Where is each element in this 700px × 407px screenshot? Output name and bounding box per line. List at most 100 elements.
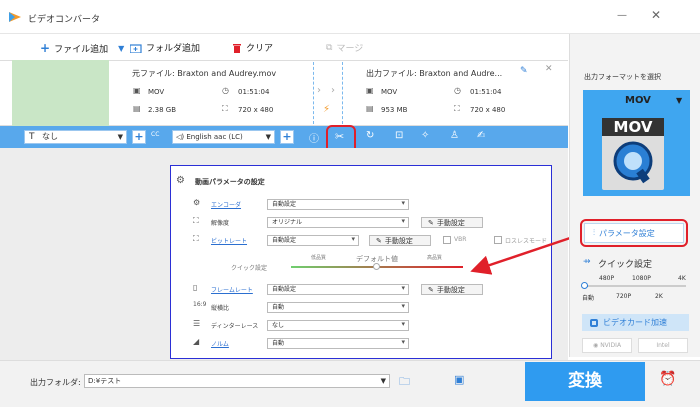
video-thumbnail[interactable] — [12, 60, 109, 126]
resolution-icon: ⛶ — [193, 216, 199, 225]
source-duration: 01:51:04 — [238, 88, 270, 96]
convert-button[interactable]: 変換 — [525, 362, 645, 401]
close-item-icon[interactable]: ✕ — [545, 64, 553, 74]
source-file-label: 元ファイル: Braxton and Audrey.mov — [132, 69, 277, 78]
add-folder-button[interactable]: フォルダ追加 — [130, 41, 200, 54]
signature-icon[interactable]: ✍ — [477, 130, 485, 141]
filesize-icon: ▤ — [366, 104, 374, 113]
deinterlace-select[interactable]: なし — [267, 320, 409, 331]
output-folder-input[interactable]: D:¥テスト ▼ — [84, 374, 390, 388]
filesize-icon: ▤ — [133, 104, 141, 113]
quick-settings-slider[interactable] — [582, 285, 686, 287]
format-icon: ▣ — [366, 86, 374, 95]
text-icon: T — [29, 132, 35, 142]
volume-select[interactable]: 自動 — [267, 338, 409, 349]
open-folder-icon[interactable]: ▣ — [454, 373, 464, 386]
info-icon[interactable]: ⓘ — [309, 130, 319, 145]
cc-icon[interactable]: CC — [151, 131, 159, 138]
vbr-checkbox[interactable] — [443, 236, 451, 244]
trash-icon — [232, 42, 242, 53]
clock-icon: ◷ — [454, 86, 461, 95]
volume-icon: ◢ — [193, 337, 200, 346]
lightning-icon: ⚡ — [323, 104, 331, 115]
crop-icon[interactable]: ⊡ — [395, 130, 403, 141]
chevron-down-icon: ▼ — [265, 133, 271, 141]
right-panel: 出力フォーマットを選択 MOV ▼ MOV ⫶ パラメータ設定 ⇸ クイック設定… — [569, 34, 700, 357]
source-size: 2.38 GB — [148, 106, 177, 114]
bitrate-label: ビットレート — [211, 238, 248, 245]
divider — [342, 62, 343, 124]
clear-label: クリア — [246, 44, 274, 54]
framerate-manual-button[interactable]: ✎ 手動設定 — [421, 284, 483, 295]
app-title: ビデオコンバータ — [28, 15, 101, 25]
source-format: MOV — [148, 88, 165, 96]
gpu-acceleration-label: ビデオカード加速 — [603, 318, 667, 327]
manual-label: 手動設定 — [384, 236, 413, 245]
clear-button[interactable]: クリア — [232, 41, 273, 54]
resolution-select[interactable]: オリジナル — [267, 217, 409, 228]
gpu-icon — [590, 318, 598, 327]
format-select-label: 出力フォーマットを選択 — [584, 73, 661, 81]
output-size: 953 MB — [381, 106, 408, 114]
bitrate-manual-button[interactable]: ✎ 手動設定 — [369, 235, 431, 246]
watermark-icon[interactable]: ♙ — [450, 130, 459, 141]
add-file-button[interactable]: + ファイル追加 ▼ — [40, 41, 124, 55]
output-folder-label: 出力フォルダ: — [30, 378, 81, 387]
source-resolution: 720 x 480 — [238, 106, 274, 114]
parameter-settings-label: パラメータ設定 — [599, 228, 655, 238]
quality-720p: 720P — [616, 293, 632, 300]
parameter-settings-button[interactable]: ⫶ パラメータ設定 — [584, 223, 684, 243]
quality-slider-handle[interactable] — [373, 263, 380, 270]
quick-settings-label: クイック設定 — [231, 265, 268, 272]
audio-track-select[interactable]: ◁) English aac (LC) ▼ — [172, 130, 275, 144]
merge-button[interactable]: ⧉ マージ — [326, 41, 364, 55]
add-audio-button[interactable]: + — [280, 130, 294, 144]
format-value: MOV — [625, 95, 651, 106]
output-duration: 01:51:04 — [470, 88, 502, 96]
chevron-down-icon: ▼ — [380, 377, 386, 385]
framerate-icon: ▯ — [193, 283, 198, 292]
format-selector[interactable]: MOV ▼ MOV — [583, 90, 690, 196]
chevron-down-icon[interactable]: ▼ — [118, 44, 124, 53]
add-folder-label: フォルダ追加 — [146, 44, 201, 54]
format-icon: ▣ — [133, 86, 141, 95]
video-settings-icon: ⚙ — [176, 175, 185, 186]
subtitle-select[interactable]: T なし ▼ — [24, 130, 127, 144]
minimize-icon[interactable]: — — [617, 10, 627, 21]
volume-label: ノルム — [211, 341, 229, 348]
close-icon[interactable]: ✕ — [651, 8, 661, 22]
alarm-clock-icon[interactable]: ⏰ — [659, 371, 676, 387]
encoder-select[interactable]: 自動設定 — [267, 199, 409, 210]
add-subtitle-button[interactable]: + — [132, 130, 146, 144]
resolution-label: 解像度 — [211, 220, 230, 227]
app-logo-icon — [8, 11, 22, 23]
quicktime-icon — [613, 141, 653, 184]
chevron-down-icon: ▼ — [117, 133, 123, 141]
encoder-icon: ⚙ — [193, 198, 201, 207]
bitrate-select[interactable]: 自動設定 — [267, 235, 359, 246]
aspect-ratio-select[interactable]: 自動 — [267, 302, 409, 313]
aspect-ratio-icon: 16:9 — [193, 301, 207, 308]
folder-browse-icon[interactable]: 🗀 — [399, 373, 410, 392]
mov-format-label: MOV — [602, 118, 664, 136]
nvidia-badge: ◉ NVIDIA — [582, 338, 632, 353]
rotate-icon[interactable]: ↻ — [366, 130, 374, 141]
gpu-acceleration-toggle[interactable]: ビデオカード加速 — [582, 314, 689, 331]
framerate-select[interactable]: 自動設定 — [267, 284, 409, 295]
encoder-label: エンコーダ — [211, 202, 242, 209]
chevron-right-icon: › — [317, 85, 321, 96]
pencil-icon: ✎ — [428, 218, 434, 227]
output-resolution: 720 x 480 — [470, 106, 506, 114]
high-quality-label: 高品質 — [427, 255, 443, 261]
toolbar: + ファイル追加 ▼ フォルダ追加 クリア ⧉ マージ — [0, 34, 568, 60]
folder-plus-icon — [130, 43, 142, 53]
effect-wand-icon[interactable]: ✧ — [421, 130, 429, 141]
divider — [313, 62, 314, 124]
edit-icon[interactable]: ✎ — [520, 66, 528, 76]
subtitle-value: なし — [42, 132, 59, 141]
quick-settings-handle[interactable] — [581, 282, 588, 289]
output-format: MOV — [381, 88, 398, 96]
scissors-icon[interactable]: ✂ — [335, 130, 344, 143]
merge-label: マージ — [336, 44, 364, 54]
quick-settings-icon: ⇸ — [583, 257, 591, 267]
